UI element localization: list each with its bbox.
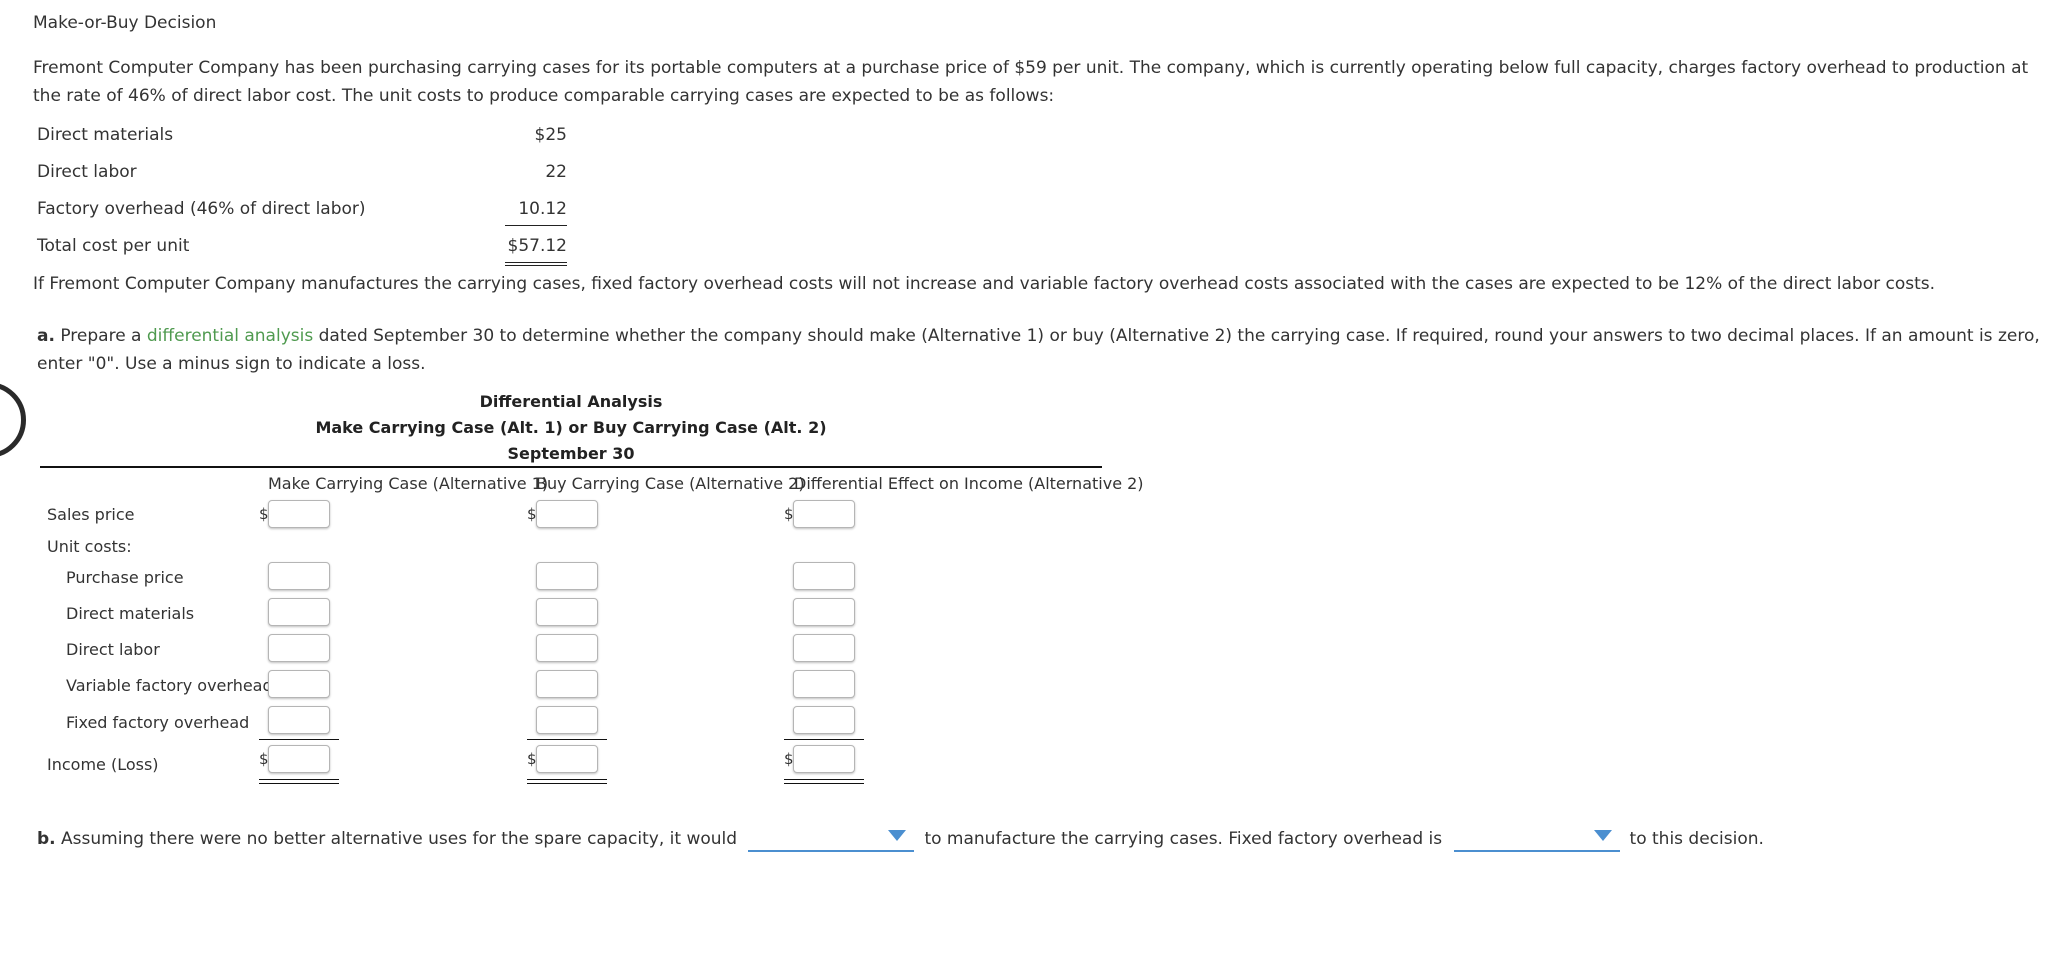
part-a-text-rest: dated September 30 to determine whether … (37, 326, 2040, 374)
diff-income-input[interactable] (793, 745, 855, 773)
page-title: Make-or-Buy Decision (33, 13, 217, 33)
row-label-direct-materials: Direct materials (66, 604, 195, 623)
diff-purchase-price-input[interactable] (793, 562, 855, 590)
analysis-heading: Differential Analysis (479, 392, 663, 411)
buy-variable-overhead-input[interactable] (536, 670, 598, 698)
variable-overhead-note: If Fremont Computer Company manufactures… (33, 274, 1936, 294)
subtotal-rule (784, 739, 864, 740)
cost-total-value: $57.12 (505, 233, 567, 266)
decision-dropdown[interactable] (748, 826, 915, 852)
part-a-letter: a. (37, 326, 55, 346)
row-label-unit-costs: Unit costs: (47, 537, 132, 556)
row-label-sales-price: Sales price (47, 505, 135, 524)
part-b-text: Assuming there were no better alternativ… (55, 829, 738, 849)
part-b-text-end: to this decision. (1629, 829, 1764, 849)
cost-label: Direct materials (37, 125, 174, 145)
part-b-question: b. Assuming there were no better alterna… (37, 826, 1764, 852)
cost-row-direct-labor: Direct labor 22 (37, 159, 567, 196)
make-variable-overhead-input[interactable] (268, 670, 330, 698)
row-label-purchase-price: Purchase price (66, 568, 184, 587)
cost-row-factory-overhead: Factory overhead (46% of direct labor) 1… (37, 196, 567, 233)
buy-direct-labor-input[interactable] (536, 634, 598, 662)
diff-variable-overhead-input[interactable] (793, 670, 855, 698)
part-a-instructions: a. Prepare a differential analysis dated… (37, 322, 2047, 378)
part-b-letter: b. (37, 829, 56, 849)
problem-intro: Fremont Computer Company has been purcha… (33, 58, 2029, 106)
total-double-rule (784, 779, 864, 784)
buy-purchase-price-input[interactable] (536, 562, 598, 590)
row-label-direct-labor: Direct labor (66, 640, 160, 659)
differential-analysis-link[interactable]: differential analysis (147, 326, 313, 346)
cost-value: 10.12 (505, 196, 567, 226)
dropdown-caret-icon (888, 830, 907, 841)
unit-cost-table: Direct materials $25 Direct labor 22 Fac… (37, 122, 567, 270)
make-direct-labor-input[interactable] (268, 634, 330, 662)
buy-fixed-overhead-input[interactable] (536, 706, 598, 734)
cost-label: Total cost per unit (37, 236, 190, 256)
analysis-date: September 30 (507, 444, 635, 463)
make-fixed-overhead-input[interactable] (268, 706, 330, 734)
make-sales-price-input[interactable] (268, 500, 330, 528)
analysis-subheading: Make Carrying Case (Alt. 1) or Buy Carry… (315, 418, 827, 437)
part-a-text: Prepare a (54, 326, 147, 346)
heading-divider (40, 466, 1102, 468)
diff-sales-price-input[interactable] (793, 500, 855, 528)
cost-row-total: Total cost per unit $57.12 (37, 233, 567, 270)
make-direct-materials-input[interactable] (268, 598, 330, 626)
buy-sales-price-input[interactable] (536, 500, 598, 528)
diff-direct-materials-input[interactable] (793, 598, 855, 626)
relevance-dropdown[interactable] (1453, 826, 1620, 852)
cost-label: Direct labor (37, 162, 137, 182)
column-header-differential: Differential Effect on Income (Alternati… (794, 474, 1144, 493)
subtotal-rule (527, 739, 607, 740)
part-b-text-middle: to manufacture the carrying cases. Fixed… (924, 829, 1443, 849)
dropdown-caret-icon (1593, 830, 1612, 841)
column-header-buy: Buy Carrying Case (Alternative 2) (536, 474, 805, 493)
row-label-variable-overhead: Variable factory overhead (66, 676, 273, 695)
buy-income-input[interactable] (536, 745, 598, 773)
total-double-rule (527, 779, 607, 784)
column-header-make: Make Carrying Case (Alternative 1) (268, 474, 549, 493)
subtotal-rule (259, 739, 339, 740)
buy-direct-materials-input[interactable] (536, 598, 598, 626)
make-purchase-price-input[interactable] (268, 562, 330, 590)
diff-direct-labor-input[interactable] (793, 634, 855, 662)
total-double-rule (259, 779, 339, 784)
row-label-income: Income (Loss) (47, 755, 159, 774)
circle-icon (0, 382, 26, 458)
row-label-fixed-overhead: Fixed factory overhead (66, 713, 250, 732)
cost-value: 22 (545, 162, 567, 182)
diff-fixed-overhead-input[interactable] (793, 706, 855, 734)
cost-value: $25 (534, 125, 567, 145)
cost-label: Factory overhead (46% of direct labor) (37, 199, 366, 219)
cost-row-direct-materials: Direct materials $25 (37, 122, 567, 159)
make-income-input[interactable] (268, 745, 330, 773)
